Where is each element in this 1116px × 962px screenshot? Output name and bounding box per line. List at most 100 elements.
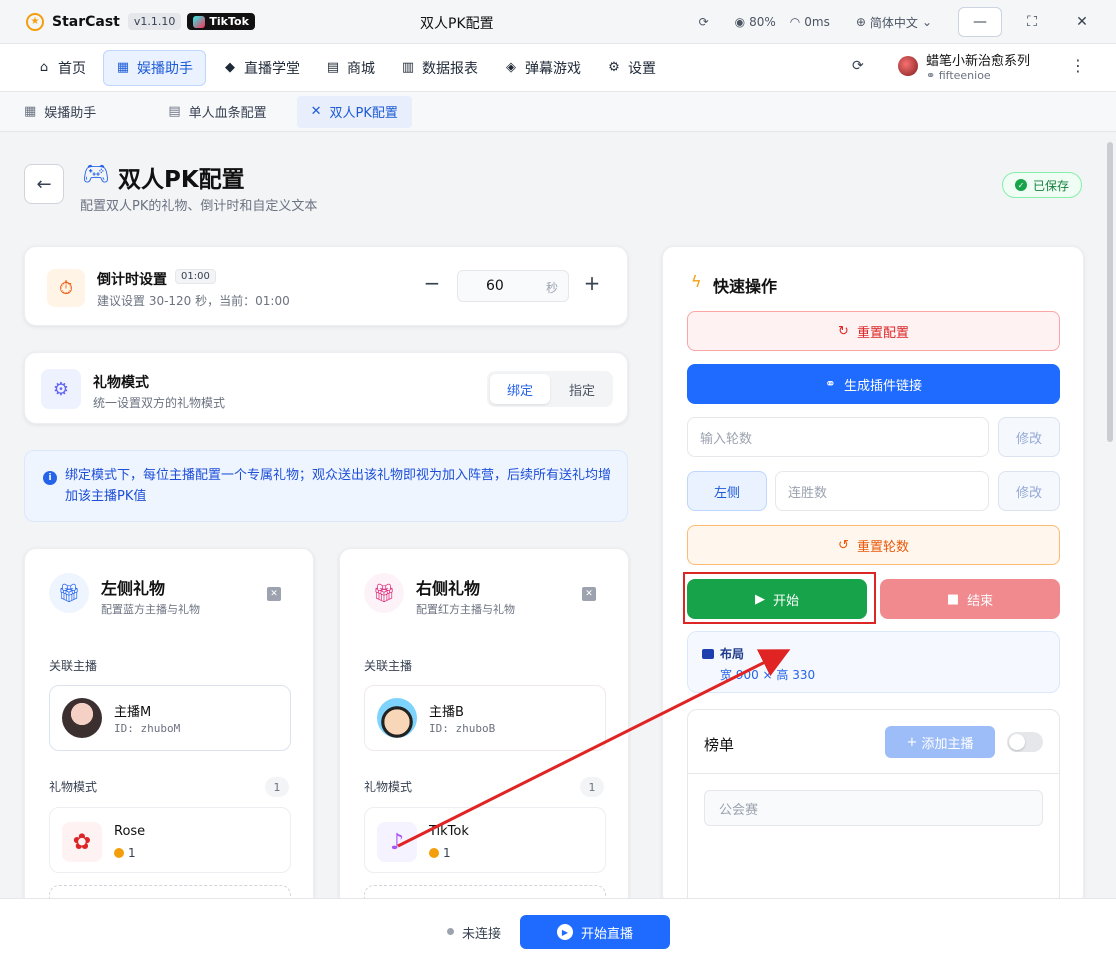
scrollbar[interactable] xyxy=(1104,132,1116,898)
modify-streak-button[interactable]: 修改 xyxy=(998,471,1060,511)
graduation-cap-icon: ◆ xyxy=(225,60,235,75)
app-name: StarCast xyxy=(52,13,120,30)
window-title: 双人PK配置 xyxy=(420,16,494,32)
streamer-label: 关联主播 xyxy=(49,659,98,673)
quick-actions-card: ϟ 快速操作 ↻ 重置配置 ⚭ 生成插件链接 输入轮数 修改 左侧 连胜数 修改 ↺… xyxy=(662,246,1084,898)
page-tabs: ▦ 娱播助手 ▤ 单人血条配置 ✕ 双人PK配置 xyxy=(0,92,1116,132)
status-dot xyxy=(447,928,454,935)
win-streak-input[interactable]: 连胜数 xyxy=(775,471,989,511)
gift-name: Rose xyxy=(114,824,146,839)
gear-icon: ⚙ xyxy=(608,60,620,75)
grid-icon: ▦ xyxy=(24,104,37,119)
decrement-button[interactable]: − xyxy=(421,271,443,295)
generate-link-button[interactable]: ⚭ 生成插件链接 xyxy=(687,364,1060,404)
saved-status-badge: ✓ 已保存 xyxy=(1002,172,1083,198)
leaderboard-panel: 榜单 + 添加主播 公会赛 xyxy=(687,709,1060,898)
nav-store[interactable]: ▤ 商城 xyxy=(313,50,388,86)
rotate-icon: ↺ xyxy=(838,537,849,553)
swords-icon: ✕ xyxy=(310,104,322,119)
avatar xyxy=(62,698,102,738)
gift-mode-label: 礼物模式 xyxy=(49,780,98,794)
streamer-selector[interactable]: 主播B ID: zhuboB xyxy=(364,685,606,751)
maximize-button[interactable]: ⛶ xyxy=(1010,7,1054,37)
reset-config-button[interactable]: ↻ 重置配置 xyxy=(687,311,1060,351)
user-id: ⚭ fifteenioe xyxy=(926,69,991,82)
gift-mode-title: 礼物模式 xyxy=(93,375,149,391)
refresh-icon[interactable]: ⟳ xyxy=(852,58,864,74)
platform-badge: TikTok xyxy=(187,13,255,30)
close-button[interactable]: ✕ xyxy=(1060,7,1104,37)
nav-settings[interactable]: ⚙ 设置 xyxy=(594,50,669,86)
countdown-input[interactable]: 60 秒 xyxy=(457,270,569,302)
mode-bind-option[interactable]: 绑定 xyxy=(490,374,550,404)
gift-item[interactable]: ✿ Rose 1 xyxy=(49,807,291,873)
gamepad-icon: ◈ xyxy=(506,60,516,75)
streamer-name: 主播M xyxy=(114,705,152,720)
nav-reports[interactable]: ▥ 数据报表 xyxy=(388,50,491,86)
guild-match-input[interactable]: 公会赛 xyxy=(704,790,1043,826)
start-live-button[interactable]: ▶ 开始直播 xyxy=(520,915,670,949)
end-button[interactable]: ■ 结束 xyxy=(880,579,1060,619)
countdown-hint: 建议设置 30-120 秒，当前：01:00 xyxy=(97,294,290,308)
tiktok-gift-icon: ♪ xyxy=(377,822,417,862)
countdown-badge: 01:00 xyxy=(175,269,216,284)
connection-status: 未连接 xyxy=(462,927,502,942)
gift-item[interactable]: ♪ TikTok 1 xyxy=(364,807,606,873)
countdown-title: 倒计时设置 xyxy=(97,272,167,288)
modify-rounds-button[interactable]: 修改 xyxy=(998,417,1060,457)
user-name: 蜡笔小新治愈系列 xyxy=(926,54,1031,69)
gift-count-badge: 1 xyxy=(580,777,604,797)
rotate-icon: ↻ xyxy=(838,323,849,339)
add-streamer-button[interactable]: + 添加主播 xyxy=(885,726,995,758)
avatar xyxy=(898,56,918,76)
gears-icon: ⚙ xyxy=(41,369,81,409)
nav-entertainment-assistant[interactable]: ▦ 娱播助手 xyxy=(103,49,206,86)
user-profile[interactable]: 蜡笔小新治愈系列 ⚭ fifteenioe xyxy=(898,50,1030,82)
reset-rounds-button[interactable]: ↺ 重置轮数 xyxy=(687,525,1060,565)
right-gift-title: 右侧礼物 xyxy=(416,579,481,598)
quick-actions-title: 快速操作 xyxy=(713,277,778,296)
trash-icon[interactable]: ✕ xyxy=(582,587,596,601)
grid-icon: ▦ xyxy=(116,60,130,75)
add-gift-slot[interactable] xyxy=(49,885,291,898)
arrow-left-icon: ← xyxy=(36,173,52,195)
streamer-selector[interactable]: 主播M ID: zhuboM xyxy=(49,685,291,751)
refresh-icon[interactable]: ⟳ xyxy=(699,15,709,29)
leaderboard-toggle[interactable] xyxy=(1007,732,1043,752)
countdown-card: ⏱︎ 倒计时设置 01:00 建议设置 30-120 秒，当前：01:00 − … xyxy=(24,246,628,326)
increment-button[interactable]: + xyxy=(581,271,603,295)
main-nav: ⌂ 首页 ▦ 娱播助手 ◆ 直播学堂 ▤ 商城 ▥ 数据报表 ◈ 弹幕游戏 ⚙ 设置 ⟳ 蜡笔… xyxy=(0,44,1116,92)
home-icon: ⌂ xyxy=(39,60,49,75)
document-icon: ▤ xyxy=(168,104,181,119)
gift-mode-desc: 统一设置双方的礼物模式 xyxy=(93,396,226,410)
rounds-input[interactable]: 输入轮数 xyxy=(687,417,989,457)
back-button[interactable]: ← xyxy=(24,164,64,204)
info-icon: i xyxy=(43,471,57,485)
mode-specify-option[interactable]: 指定 xyxy=(553,374,611,404)
language-select[interactable]: ⊕ 简体中文 ⌄ xyxy=(856,14,932,31)
cpu-icon: ◉ xyxy=(734,15,746,29)
tab-entertainment-assistant[interactable]: ▦ 娱播助手 xyxy=(10,96,110,128)
nav-home[interactable]: ⌂ 首页 xyxy=(24,50,99,86)
minimize-button[interactable]: — xyxy=(958,7,1002,37)
tab-dual-pk[interactable]: ✕ 双人PK配置 xyxy=(296,95,412,128)
more-icon[interactable]: ⋮ xyxy=(1070,56,1086,75)
nav-live-school[interactable]: ◆ 直播学堂 xyxy=(210,50,313,86)
tab-single-health-bar[interactable]: ▤ 单人血条配置 xyxy=(154,96,280,128)
trash-icon[interactable]: ✕ xyxy=(267,587,281,601)
rose-icon: ✿ xyxy=(62,822,102,862)
left-gift-title: 左侧礼物 xyxy=(101,579,166,598)
starcast-logo-icon: ★ xyxy=(26,12,44,31)
check-circle-icon: ✓ xyxy=(1015,179,1027,191)
gift-mode-label: 礼物模式 xyxy=(364,780,413,794)
nav-danmaku-games[interactable]: ◈ 弹幕游戏 xyxy=(491,50,594,86)
toggle-knob xyxy=(1009,734,1025,750)
scroll-thumb[interactable] xyxy=(1107,142,1113,442)
add-gift-slot[interactable] xyxy=(364,885,606,898)
chart-icon: ▥ xyxy=(401,60,415,75)
gift-icon: 🎁︎ xyxy=(364,573,404,613)
image-icon xyxy=(702,648,714,659)
cpu-indicator: ◉ 80% xyxy=(734,15,776,29)
streamer-id: ID: zhuboB xyxy=(429,722,496,735)
left-side-button[interactable]: 左侧 xyxy=(687,471,767,511)
